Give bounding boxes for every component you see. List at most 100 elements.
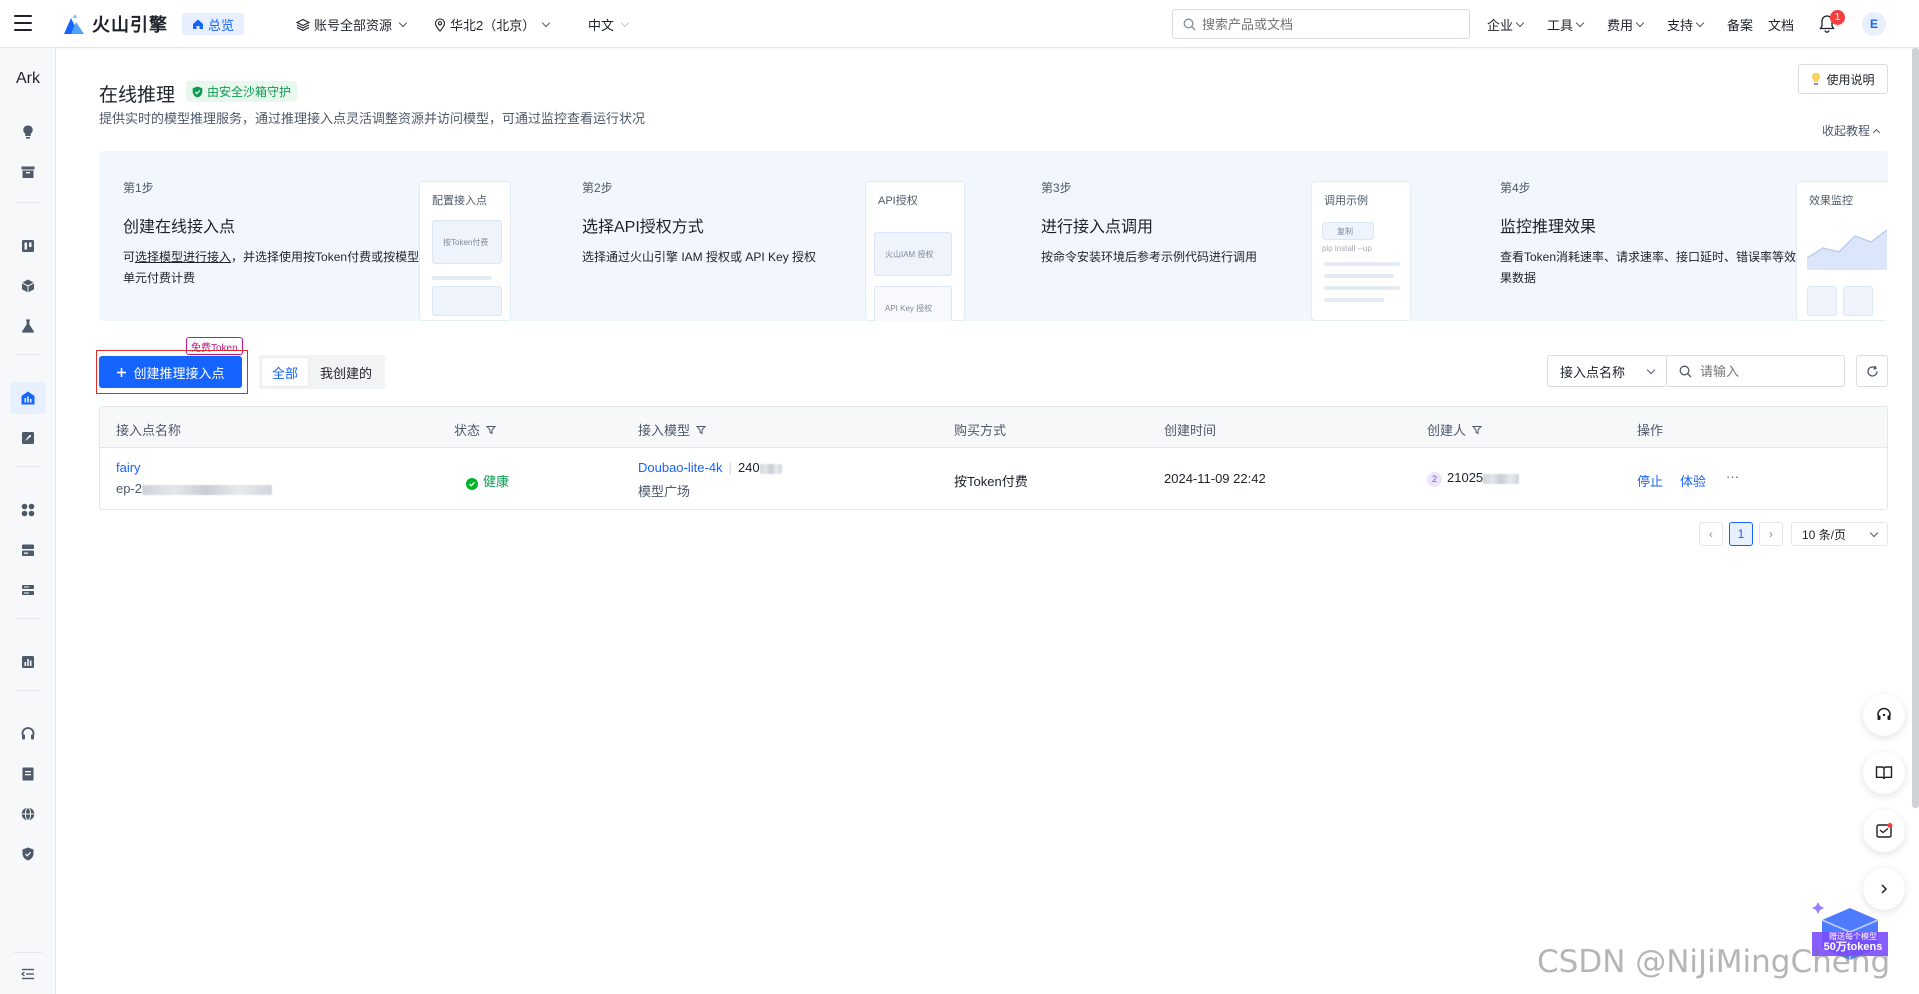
menu-enterprise-label: 企业: [1487, 18, 1514, 33]
sidebar-item-deploy[interactable]: [10, 422, 46, 454]
ownership-tabs: 全部 我创建的: [259, 355, 386, 389]
logo[interactable]: 火山引擎: [62, 11, 168, 37]
rocket-icon: [22, 432, 34, 444]
refresh-button[interactable]: [1856, 355, 1888, 387]
chevron-down-icon: [1695, 18, 1705, 28]
sidebar-item-support[interactable]: [10, 718, 46, 750]
sidebar-divider: [14, 690, 42, 691]
step-card-label: 调用示例: [1324, 195, 1368, 207]
creator-id: 21025: [1447, 470, 1484, 485]
page-title: 在线推理: [99, 85, 176, 106]
volcano-logo-icon: [64, 14, 84, 34]
model-source: 模型广场: [638, 484, 691, 499]
safe-sandbox-label: 由安全沙箱守护: [207, 85, 292, 99]
filter-search-input[interactable]: [1700, 363, 1830, 379]
page-scrollbar[interactable]: [1912, 48, 1919, 808]
sidebar-item-archive[interactable]: [10, 156, 46, 188]
stop-button[interactable]: 停止: [1637, 471, 1663, 490]
chevron-down-icon: [398, 18, 408, 28]
sidebar-item-cube[interactable]: [10, 270, 46, 302]
step-description: 查看Token消耗速率、请求速率、接口延时、错误率等效果数据: [1500, 250, 1797, 285]
model-link[interactable]: Doubao-lite-4k: [638, 460, 723, 475]
filter-search[interactable]: [1667, 355, 1845, 387]
access-link[interactable]: 进行接入: [183, 250, 231, 264]
placeholder-line: [1324, 262, 1400, 266]
overview-chip[interactable]: 总览: [182, 13, 245, 35]
select-model-link[interactable]: 选择模型: [135, 250, 183, 264]
filter-field-select[interactable]: 接入点名称: [1547, 355, 1667, 387]
refresh-icon: [1866, 365, 1878, 377]
table-header: 接入点名称 状态 接入模型 购买方式 创建时间 创建人 操作: [100, 407, 1887, 448]
collapse-tutorial-link[interactable]: 收起教程: [1822, 122, 1881, 139]
global-search-input[interactable]: [1202, 16, 1452, 32]
messages-float-button[interactable]: [1863, 810, 1905, 852]
inference-icon: [21, 391, 35, 405]
usage-guide-label: 使用说明: [1826, 72, 1875, 87]
step-card-box: [432, 286, 502, 316]
chevron-down-icon: [1515, 18, 1525, 28]
menu-billing[interactable]: 费用: [1607, 15, 1645, 34]
customer-service-button[interactable]: [1863, 694, 1905, 736]
sidebar-item-storage[interactable]: [10, 534, 46, 566]
sidebar-item-board[interactable]: [10, 230, 46, 262]
usage-guide-button[interactable]: 使用说明: [1798, 64, 1888, 94]
plus-icon: [117, 367, 127, 377]
sidebar-item-server[interactable]: [10, 574, 46, 606]
created-time: 2024-11-09 22:42: [1164, 471, 1266, 486]
filter-icon[interactable]: [486, 425, 497, 435]
sidebar-collapse-button[interactable]: [10, 958, 46, 990]
global-search[interactable]: [1172, 9, 1470, 39]
endpoint-name-link[interactable]: fairy: [116, 460, 141, 475]
region-select[interactable]: 华北2（北京）: [434, 15, 551, 34]
main-content: 在线推理 由安全沙箱守护 提供实时的模型推理服务，通过推理接入点灵活调整资源并访…: [56, 48, 1919, 994]
book-icon: [22, 767, 34, 781]
step-illustration: API授权 火山IAM 授权 API Key 授权: [865, 181, 965, 321]
docs-float-button[interactable]: [1863, 752, 1905, 794]
step-desc-text: 可: [123, 250, 136, 264]
docs-link[interactable]: 文档: [1768, 15, 1794, 34]
more-actions-button[interactable]: ···: [1726, 469, 1739, 484]
language-select[interactable]: 中文: [588, 15, 630, 34]
page-size-select[interactable]: 10 条/页: [1791, 522, 1888, 546]
next-page-button[interactable]: ›: [1759, 522, 1783, 546]
menu-enterprise[interactable]: 企业: [1487, 15, 1525, 34]
step-number: 第4步: [1500, 181, 1531, 195]
collapse-icon: [20, 968, 34, 980]
endpoint-id: ep-2: [116, 481, 273, 496]
filter-icon[interactable]: [1472, 425, 1483, 435]
sidebar-item-lab[interactable]: [10, 310, 46, 342]
step-description: 可选择模型进行接入，并选择使用按Token付费或按模型单元付费计费: [123, 247, 423, 289]
location-pin-icon: [434, 17, 446, 32]
tab-created-by-me[interactable]: 我创建的: [310, 358, 382, 386]
endpoint-name[interactable]: fairy: [116, 460, 141, 475]
account-scope-select[interactable]: 账号全部资源: [296, 15, 408, 34]
table-row: fairy ep-2 健康 Doubao-lite-4k | 240 模型广场 按T…: [100, 448, 1887, 509]
col-status: 状态: [454, 420, 497, 439]
sidebar-item-docs[interactable]: [10, 758, 46, 790]
region-label: 华北2（北京）: [450, 18, 536, 33]
try-button[interactable]: 体验: [1680, 471, 1706, 490]
tab-all[interactable]: 全部: [262, 358, 309, 386]
col-label: 操作: [1637, 423, 1664, 438]
sidebar-item-bulb[interactable]: [10, 116, 46, 148]
check-circle-icon: [466, 478, 478, 490]
sidebar-item-online-inference[interactable]: [10, 382, 46, 414]
avatar[interactable]: E: [1862, 12, 1886, 36]
page-1-button[interactable]: 1: [1729, 522, 1753, 546]
menu-icon[interactable]: [14, 15, 32, 31]
create-endpoint-button[interactable]: 创建推理接入点: [99, 356, 242, 388]
sidebar-item-monitor[interactable]: [10, 646, 46, 678]
promo-line1: 赠送每个模型: [1829, 932, 1877, 941]
placeholder-line: [1324, 274, 1394, 278]
filing-link[interactable]: 备案: [1727, 15, 1753, 34]
sidebar-item-security[interactable]: [10, 838, 46, 870]
menu-tools[interactable]: 工具: [1547, 15, 1585, 34]
filter-icon[interactable]: [696, 425, 707, 435]
prev-page-button[interactable]: ‹: [1699, 522, 1723, 546]
sidebar-divider: [14, 466, 42, 467]
col-creator: 创建人: [1427, 420, 1483, 439]
filter-field-label: 接入点名称: [1560, 364, 1626, 380]
sidebar-item-global[interactable]: [10, 798, 46, 830]
sidebar-item-apps[interactable]: [10, 494, 46, 526]
menu-support[interactable]: 支持: [1667, 15, 1705, 34]
